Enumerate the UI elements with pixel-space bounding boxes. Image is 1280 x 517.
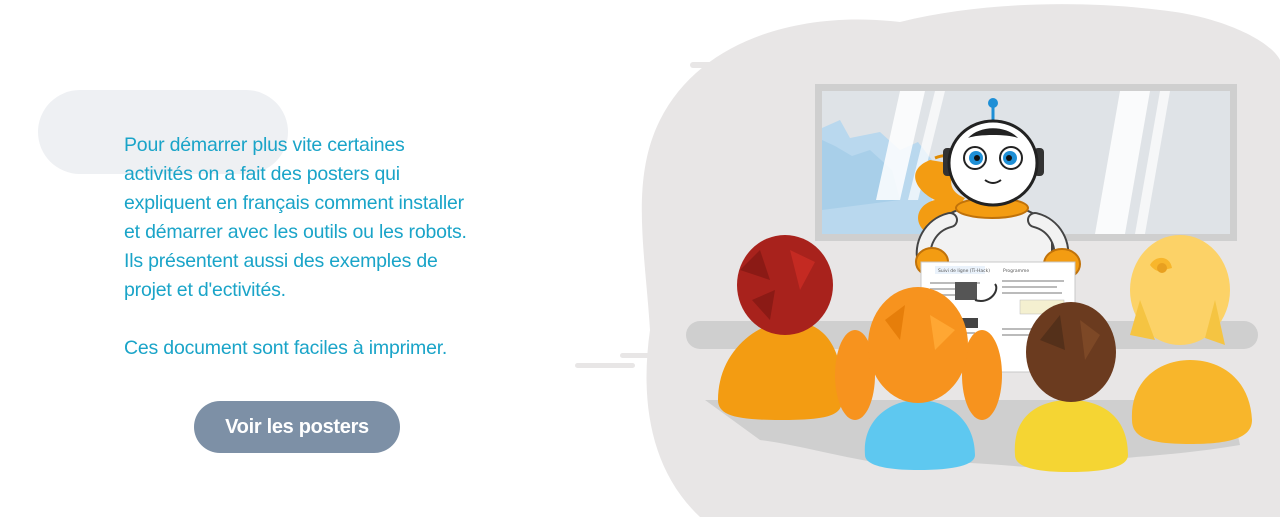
view-posters-button[interactable]: Voir les posters bbox=[194, 401, 400, 453]
poster-title: Suivi de ligne (Ti-Hack) bbox=[938, 268, 990, 274]
poster-section: Programme bbox=[1003, 268, 1029, 274]
intro-line: Pour démarrer plus vite certaines bbox=[124, 134, 405, 156]
intro-text: Pour démarrer plus vite certaines activi… bbox=[124, 131, 524, 363]
print-note: Ces document sont faciles à imprimer. bbox=[124, 337, 448, 359]
classroom-illustration: Suivi de ligne (Ti-Hack) Programme bbox=[575, 4, 1280, 517]
intro-line: expliquent en français comment installer bbox=[124, 192, 464, 214]
intro-line: Ils présentent aussi des exemples de bbox=[124, 250, 438, 272]
intro-line: et démarrer avec les outils ou les robot… bbox=[124, 221, 467, 243]
intro-line: activités on a fait des posters qui bbox=[124, 163, 400, 185]
poster-promo-section: Pour démarrer plus vite certaines activi… bbox=[0, 0, 1280, 517]
intro-line: projet et d'ectivités. bbox=[124, 279, 286, 301]
